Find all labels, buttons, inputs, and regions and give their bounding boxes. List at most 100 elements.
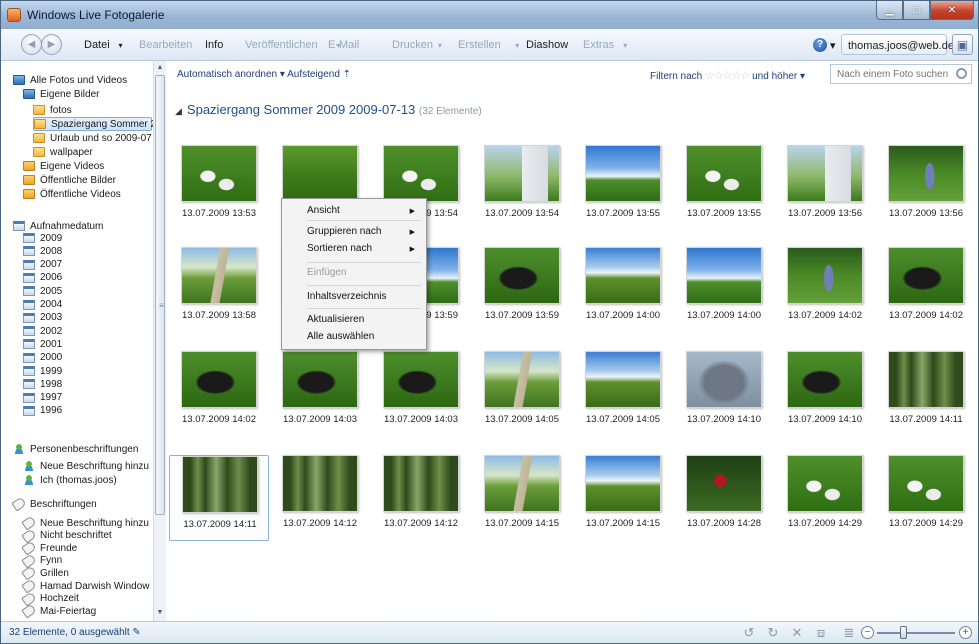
photo-image[interactable] (787, 351, 863, 408)
forward-button[interactable]: ▶ (41, 34, 62, 55)
rotate-right-icon[interactable]: ↻ (765, 625, 781, 641)
photo-thumbnail[interactable]: 13.07.2009 14:11 (169, 455, 269, 541)
photo-image[interactable] (181, 145, 257, 202)
photo-image[interactable] (585, 145, 661, 202)
photo-image[interactable] (383, 351, 459, 408)
photo-image[interactable] (585, 247, 661, 304)
menu-veröffentlichen[interactable]: Veröffentlichen (245, 39, 318, 51)
maximize-button[interactable]: □ (903, 1, 930, 20)
tree-item-all-photos[interactable]: Alle Fotos und Videos (13, 73, 127, 87)
photo-image[interactable] (787, 145, 863, 202)
photo-thumbnail[interactable]: 13.07.2009 14:00 (573, 247, 673, 333)
photo-image[interactable] (585, 455, 661, 512)
photo-image[interactable] (181, 351, 257, 408)
back-button[interactable]: ◀ (21, 34, 42, 55)
photo-image[interactable] (383, 145, 459, 202)
close-button[interactable]: ✕ (930, 1, 974, 20)
menu-e-mail[interactable]: E-Mail (328, 39, 359, 51)
photo-thumbnail[interactable]: 13.07.2009 13:55 (573, 145, 673, 231)
menu-extras[interactable]: Extras (583, 39, 614, 51)
photo-image[interactable] (282, 455, 358, 512)
photo-thumbnail[interactable]: 13.07.2009 14:29 (876, 455, 976, 541)
tree-item-year[interactable]: 2005 (23, 284, 62, 298)
tree-item-descriptive-tags[interactable]: Beschriftungen (11, 496, 97, 512)
photo-image[interactable] (282, 351, 358, 408)
photo-thumbnail[interactable]: 13.07.2009 14:02 (169, 351, 269, 437)
photo-image[interactable] (585, 351, 661, 408)
tree-item-add-people-tag[interactable]: Neue Beschriftung hinzu (23, 459, 149, 473)
search-icon[interactable] (956, 68, 967, 79)
menu-info[interactable]: Info (205, 39, 223, 51)
context-menu-item[interactable]: Aktualisieren (307, 314, 425, 325)
tree-item-year[interactable]: 1996 (23, 404, 62, 418)
context-menu-item[interactable]: Ansicht ▶ (307, 205, 425, 216)
zoom-in-icon[interactable]: + (959, 626, 972, 639)
photo-image[interactable] (888, 145, 964, 202)
window-layout-icon[interactable]: ▣ (952, 34, 973, 55)
photo-thumbnail[interactable]: 13.07.2009 13:56 (876, 145, 976, 231)
photo-thumbnail[interactable]: 13.07.2009 13:58 (169, 247, 269, 333)
photo-image[interactable] (484, 351, 560, 408)
menu-erstellen[interactable]: Erstellen (458, 39, 501, 51)
photo-thumbnail[interactable]: 13.07.2009 14:02 (876, 247, 976, 333)
menu-datei[interactable]: Datei (84, 39, 110, 51)
tree-item-my-pictures[interactable]: Eigene Bilder (23, 87, 99, 101)
photo-thumbnail[interactable]: 13.07.2009 14:12 (371, 455, 471, 541)
tree-item-year[interactable]: 1997 (23, 391, 62, 405)
context-menu-item[interactable]: Gruppieren nach ▶ (307, 226, 425, 237)
photo-thumbnail[interactable]: 13.07.2009 14:02 (775, 247, 875, 333)
photo-image[interactable] (686, 145, 762, 202)
photo-thumbnail[interactable]: 13.07.2009 14:10 (775, 351, 875, 437)
photo-image[interactable] (484, 247, 560, 304)
photo-thumbnail[interactable]: 13.07.2009 14:03 (270, 351, 370, 437)
photo-image[interactable] (383, 455, 459, 512)
tree-item-public-videos[interactable]: Öffentliche Videos (23, 187, 121, 201)
rating-filter[interactable]: Filtern nach ☆☆☆☆☆ und höher ▾ (650, 69, 805, 82)
photo-thumbnail[interactable]: 13.07.2009 13:59 (472, 247, 572, 333)
photo-thumbnail[interactable]: 13.07.2009 14:28 (674, 455, 774, 541)
photo-image[interactable] (888, 247, 964, 304)
group-header[interactable]: ◢ Spaziergang Sommer 2009 2009-07-13 (32 … (175, 102, 482, 117)
context-menu-item[interactable]: Sortieren nach ▶ (307, 243, 425, 254)
sidebar-scrollbar[interactable]: ▲ ≡ ▼ (153, 61, 166, 621)
context-menu-item[interactable]: Inhaltsverzeichnis (307, 291, 425, 302)
help-caret[interactable]: ▾ (830, 39, 836, 52)
scroll-down-arrow-icon[interactable]: ▼ (154, 607, 166, 619)
scrollbar-thumb[interactable]: ≡ (155, 75, 165, 515)
photo-image[interactable] (686, 455, 762, 512)
tree-item-year[interactable]: 1998 (23, 377, 62, 391)
photo-thumbnail[interactable]: 13.07.2009 13:54 (472, 145, 572, 231)
delete-icon[interactable]: ✕ (789, 625, 805, 641)
photo-image[interactable] (484, 455, 560, 512)
tree-item-year[interactable]: 2008 (23, 244, 62, 258)
menu-drucken[interactable]: Drucken (392, 39, 433, 51)
photo-thumbnail[interactable]: 13.07.2009 13:53 (169, 145, 269, 231)
menu-bearbeiten[interactable]: Bearbeiten (139, 39, 192, 51)
photo-thumbnail[interactable]: 13.07.2009 14:12 (270, 455, 370, 541)
photo-image[interactable] (888, 455, 964, 512)
tree-item-year[interactable]: 2000 (23, 351, 62, 365)
tree-item-folder[interactable]: fotos (33, 103, 72, 117)
user-account-button[interactable]: thomas.joos@web.de ▾ (841, 34, 963, 55)
tree-item-people-tags[interactable]: Personenbeschriftungen (13, 442, 138, 456)
filter-suffix[interactable]: und höher ▾ (752, 71, 805, 82)
zoom-slider-thumb[interactable] (900, 626, 907, 639)
tree-item-year[interactable]: 2006 (23, 271, 62, 285)
photo-image[interactable] (686, 351, 762, 408)
search-box[interactable] (830, 64, 972, 84)
tree-item-public-pictures[interactable]: Öffentliche Bilder (23, 173, 116, 187)
tree-item-tag[interactable]: Mai-Feiertag (21, 603, 96, 619)
photo-thumbnail[interactable]: 13.07.2009 14:00 (674, 247, 774, 333)
tree-item-my-videos[interactable]: Eigene Videos (23, 159, 104, 173)
photo-image[interactable] (181, 247, 257, 304)
zoom-slider[interactable] (877, 632, 955, 634)
context-menu-item[interactable]: Alle auswählen (307, 331, 425, 342)
sort-dropdown[interactable]: Automatisch anordnen ▾ Aufsteigend ⇡ (177, 69, 351, 80)
star-rating-icon[interactable]: ☆☆☆☆☆ (705, 70, 750, 82)
photo-image[interactable] (787, 455, 863, 512)
photo-thumbnail[interactable]: 13.07.2009 14:29 (775, 455, 875, 541)
zoom-out-icon[interactable]: − (861, 626, 874, 639)
collapse-arrow-icon[interactable]: ◢ (175, 106, 182, 116)
slideshow-icon[interactable]: ⧈ (813, 625, 829, 641)
photo-image[interactable] (282, 145, 358, 202)
